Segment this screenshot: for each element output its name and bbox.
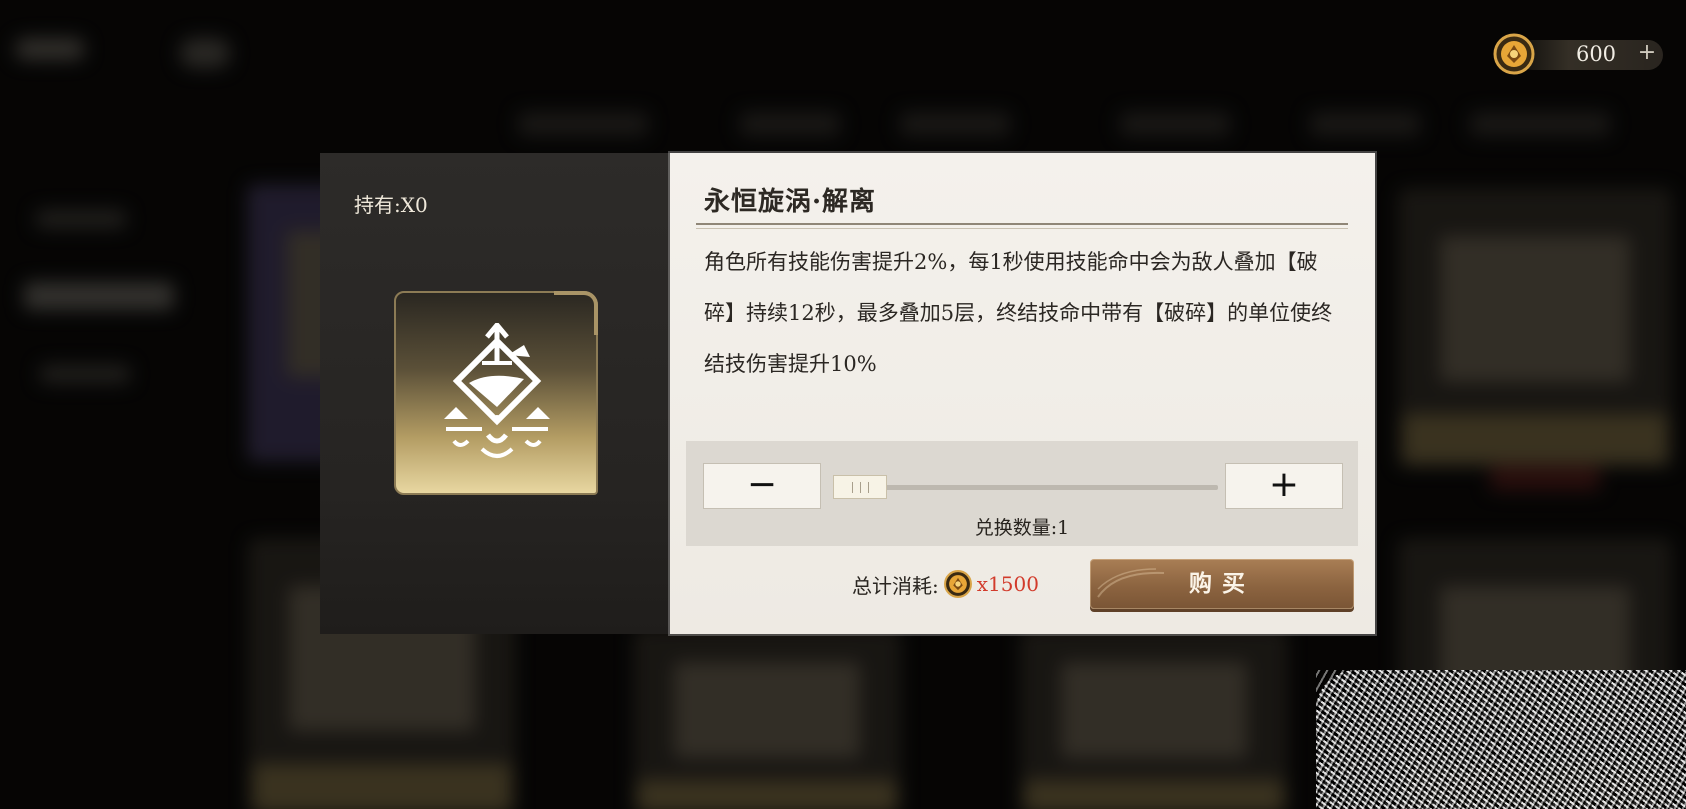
- title-divider-thin: [696, 228, 1348, 229]
- currency-display: 600 +: [1492, 32, 1668, 75]
- item-detail-panel: 永恒旋涡·解离 角色所有技能伤害提升2%，每1秒使用技能命中会为敌人叠加【破碎】…: [670, 153, 1375, 634]
- buy-button-label: 购买: [1189, 570, 1255, 597]
- title-divider: [696, 223, 1348, 225]
- total-cost-value: x1500: [976, 572, 1039, 596]
- rune-sigil-icon: [444, 323, 550, 458]
- quantity-slider-handle[interactable]: [833, 475, 887, 499]
- add-currency-button[interactable]: +: [1636, 42, 1658, 64]
- coin-icon: [943, 570, 972, 598]
- owned-count: 持有:X0: [354, 193, 428, 217]
- quantity-selector: − + 兑换数量:1: [686, 441, 1358, 546]
- item-preview-panel: 持有:X0: [320, 153, 671, 634]
- item-description: 角色所有技能伤害提升2%，每1秒使用技能命中会为敌人叠加【破碎】持续12秒，最多…: [704, 250, 1333, 376]
- increase-quantity-button[interactable]: +: [1225, 463, 1343, 509]
- total-cost: 总计消耗: x1500: [852, 569, 1039, 599]
- buy-button[interactable]: 购买: [1090, 559, 1354, 609]
- item-title: 永恒旋涡·解离: [704, 187, 877, 217]
- wood-grain-decoration: [1097, 568, 1165, 598]
- total-cost-label: 总计消耗:: [852, 573, 939, 598]
- noise-watermark: [1316, 670, 1686, 809]
- currency-amount: 600: [1575, 42, 1617, 66]
- decrease-quantity-button[interactable]: −: [703, 463, 821, 509]
- quantity-slider-track[interactable]: [846, 485, 1218, 490]
- coin-icon: [1493, 33, 1535, 75]
- item-icon-frame: [394, 291, 598, 495]
- quantity-label: 兑换数量:1: [974, 517, 1070, 539]
